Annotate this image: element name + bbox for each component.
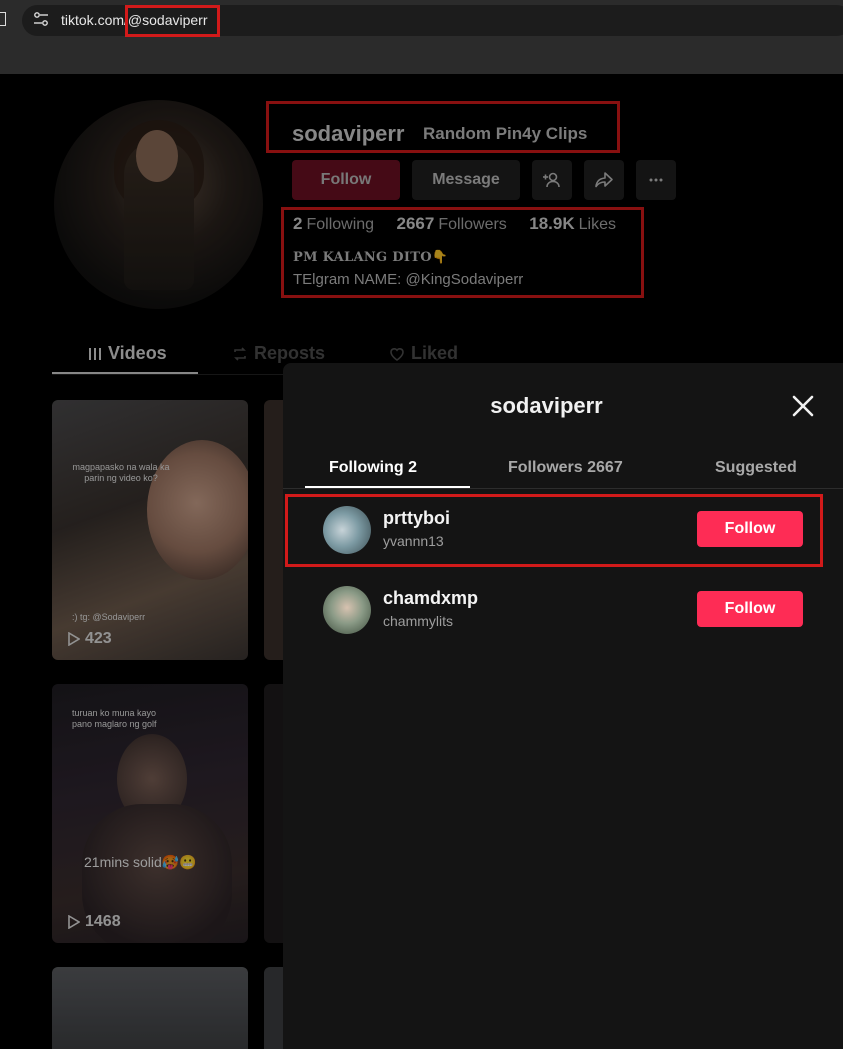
bio-line-2: TElgram NAME: @KingSodaviperr — [293, 271, 524, 288]
page-icon — [0, 12, 6, 26]
user-name[interactable]: chamdxmp — [383, 588, 478, 609]
view-count-value: 1468 — [85, 913, 121, 930]
tab-videos-label: Videos — [108, 343, 167, 363]
view-count-value: 423 — [85, 630, 112, 647]
play-icon — [68, 915, 80, 929]
message-button[interactable]: Message — [412, 160, 520, 200]
following-modal: sodaviperr Following 2 Followers 2667 Su… — [283, 363, 843, 1049]
more-icon — [649, 178, 663, 182]
avatar[interactable] — [323, 506, 371, 554]
video-card[interactable] — [52, 967, 248, 1049]
heart-icon — [390, 347, 404, 361]
tab-liked-label: Liked — [411, 343, 459, 363]
video-thumbnail — [147, 440, 248, 580]
video-card[interactable]: magpapasko na wala ka parin ng video ko?… — [52, 400, 248, 660]
profile-nickname: Random Pin4y Clips — [423, 124, 588, 143]
user-handle: yvannn13 — [383, 533, 444, 549]
share-icon — [595, 172, 613, 188]
video-caption: turuan ko muna kayo pano maglaro ng golf — [72, 708, 157, 729]
bio-line-1: PM KALANG DITO👇 — [293, 250, 449, 265]
url-path: /@sodaviperr — [124, 12, 208, 28]
avatar[interactable] — [323, 586, 371, 634]
tab-suggested[interactable]: Suggested — [715, 459, 797, 477]
followers-count: 2667 — [396, 214, 435, 233]
modal-tabs-divider — [283, 488, 843, 489]
grid-icon — [89, 347, 101, 360]
list-item[interactable]: chamdxmp chammylits Follow — [283, 576, 843, 644]
add-friend-button[interactable] — [532, 160, 572, 200]
tab-reposts-label: Reposts — [254, 343, 326, 363]
tab-videos[interactable]: Videos — [88, 343, 167, 364]
follow-button[interactable]: Follow — [292, 160, 400, 200]
browser-toolbar: tiktok.com/@sodaviperr — [0, 0, 843, 74]
tab-reposts[interactable]: Reposts — [232, 343, 325, 364]
more-button[interactable] — [636, 160, 676, 200]
view-count: 423 — [68, 630, 112, 648]
video-overlay-text: 21mins solid🥵😬 — [84, 854, 197, 870]
modal-active-tab-indicator — [305, 486, 470, 488]
video-caption: magpapasko na wala ka parin ng video ko? — [72, 462, 170, 483]
following-label: Following — [306, 216, 375, 233]
tab-following[interactable]: Following 2 — [329, 459, 417, 477]
url-domain: tiktok.com — [61, 12, 125, 28]
repost-icon — [234, 346, 246, 361]
site-settings-icon[interactable] — [33, 11, 49, 27]
likes-label: Likes — [578, 216, 616, 233]
profile-username: sodaviperr — [292, 121, 405, 146]
user-handle: chammylits — [383, 613, 454, 629]
modal-title: sodaviperr — [490, 393, 603, 418]
likes-stat: 18.9K Likes — [529, 214, 616, 233]
follow-user-button[interactable]: Follow — [697, 591, 803, 627]
profile-avatar[interactable] — [54, 100, 263, 309]
following-count: 2 — [293, 214, 303, 233]
follow-user-button[interactable]: Follow — [697, 511, 803, 547]
followers-label: Followers — [438, 216, 507, 233]
add-user-icon — [543, 172, 560, 188]
user-name[interactable]: prttyboi — [383, 508, 450, 529]
likes-count: 18.9K — [529, 214, 575, 233]
followers-stat[interactable]: 2667 Followers — [396, 214, 507, 233]
active-tab-indicator — [52, 372, 198, 374]
url-text[interactable]: tiktok.com/@sodaviperr — [61, 12, 207, 28]
video-card[interactable]: turuan ko muna kayo pano maglaro ng golf… — [52, 684, 248, 943]
list-item[interactable]: prttyboi yvannn13 Follow — [283, 496, 843, 564]
tab-followers[interactable]: Followers 2667 — [508, 459, 623, 477]
profile-stats: 2 Following 2667 Followers 18.9K Likes — [293, 214, 634, 234]
view-count: 1468 — [68, 913, 121, 931]
close-icon[interactable] — [788, 391, 818, 421]
play-icon — [68, 632, 80, 646]
video-bottom-text: :) tg: @Sodaviperr — [72, 612, 146, 622]
tab-liked[interactable]: Liked — [389, 343, 458, 364]
following-stat[interactable]: 2 Following — [293, 214, 375, 233]
share-button[interactable] — [584, 160, 624, 200]
